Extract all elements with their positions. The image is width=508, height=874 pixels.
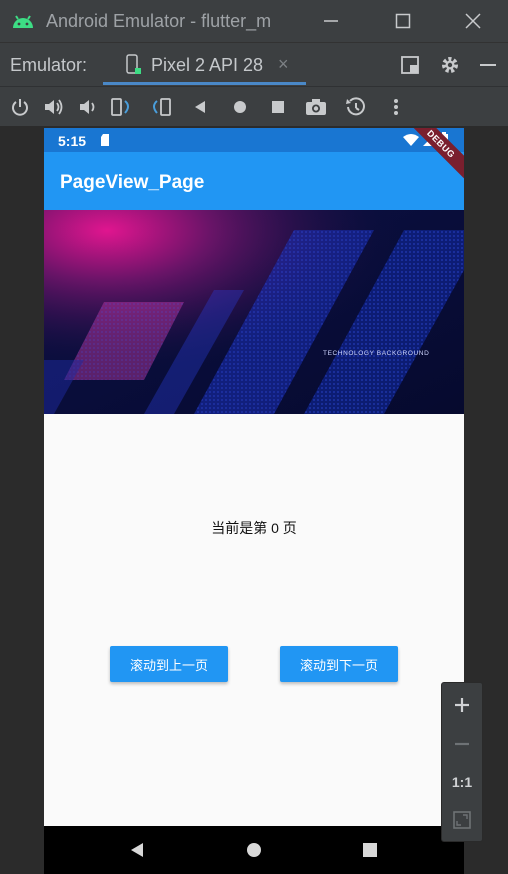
maximize-icon [395, 13, 411, 29]
navigation-bar [44, 826, 464, 874]
phone-icon [126, 54, 141, 74]
rotate-left-icon[interactable] [110, 95, 134, 119]
minimize-button[interactable] [306, 0, 356, 42]
zoom-actual-size-button[interactable]: 1:1 [442, 765, 482, 799]
screenshot-icon[interactable] [304, 95, 328, 119]
window-title-bar: Android Emulator - flutter_m [0, 0, 508, 42]
emulator-toolbar [0, 86, 508, 126]
current-page-text: 当前是第 0 页 [211, 520, 297, 536]
fit-screen-icon[interactable] [442, 803, 482, 837]
hide-icon[interactable] [476, 53, 500, 77]
window-title: Android Emulator - flutter_m [46, 11, 272, 31]
zoom-controls: 1:1 [441, 682, 483, 842]
tab-close-icon[interactable]: × [278, 54, 289, 75]
gear-icon[interactable] [438, 53, 462, 77]
volume-down-icon[interactable] [76, 95, 100, 119]
emulator-tab-bar: Emulator: Pixel 2 API 28 × [0, 42, 508, 86]
status-time: 5:15 [58, 133, 87, 149]
status-bar: 5:15 [44, 128, 464, 152]
technology-background-image: TECHNOLOGY BACKGROUND [44, 210, 464, 414]
zoom-in-icon[interactable] [442, 688, 482, 722]
device-screen: 5:15 PageView_Page DEBUG TECHNOLOGY BACK… [44, 128, 464, 874]
nav-back-icon[interactable] [125, 838, 149, 862]
zoom-out-icon[interactable] [442, 727, 482, 761]
next-page-button[interactable]: 滚动到下一页 [280, 646, 398, 682]
back-icon[interactable] [188, 95, 212, 119]
tab-active-indicator [103, 82, 306, 85]
maximize-button[interactable] [378, 0, 428, 42]
more-icon[interactable] [384, 95, 408, 119]
page-title: PageView_Page [60, 172, 205, 193]
banner-image: TECHNOLOGY BACKGROUND [44, 210, 464, 414]
nav-home-icon[interactable] [242, 838, 266, 862]
tab-device[interactable]: Pixel 2 API 28 × [103, 43, 306, 87]
sd-card-icon [101, 134, 109, 146]
emulator-label: Emulator: [10, 55, 88, 75]
power-icon[interactable] [8, 95, 32, 119]
rotate-right-icon[interactable] [148, 95, 172, 119]
banner-caption: TECHNOLOGY BACKGROUND [323, 350, 429, 357]
home-icon[interactable] [228, 95, 252, 119]
app-bar: PageView_Page [44, 152, 464, 210]
prev-page-button[interactable]: 滚动到上一页 [110, 646, 228, 682]
minimize-icon [324, 20, 338, 22]
close-icon [465, 13, 481, 29]
restore-layout-icon[interactable] [398, 53, 422, 77]
wifi-icon [403, 134, 419, 146]
android-icon [13, 15, 33, 28]
snapshot-icon[interactable] [344, 95, 368, 119]
overview-icon[interactable] [266, 95, 290, 119]
nav-overview-icon[interactable] [358, 838, 382, 862]
tab-device-label: Pixel 2 API 28 [151, 55, 264, 75]
close-window-button[interactable] [448, 0, 498, 42]
volume-up-icon[interactable] [42, 95, 66, 119]
